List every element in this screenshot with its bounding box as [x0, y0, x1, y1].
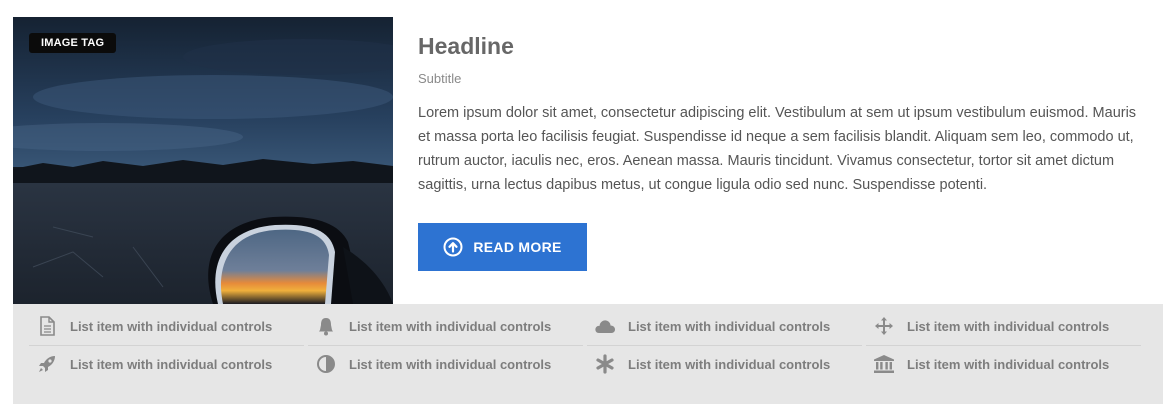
- list-item-label: List item with individual controls: [628, 318, 831, 334]
- read-more-button[interactable]: READ MORE: [418, 223, 587, 271]
- list-item[interactable]: List item with individual controls: [308, 346, 587, 382]
- arrow-up-circle-icon: [443, 237, 463, 257]
- list-item[interactable]: List item with individual controls: [866, 346, 1145, 382]
- night-road-photo: [13, 17, 393, 304]
- contrast-icon: [314, 352, 338, 376]
- asterisk-icon: [593, 352, 617, 376]
- bell-icon: [314, 314, 338, 338]
- body-text: Lorem ipsum dolor sit amet, consectetur …: [418, 105, 1137, 193]
- move-icon: [872, 314, 896, 338]
- rocket-icon: [35, 352, 59, 376]
- list-item[interactable]: List item with individual controls: [587, 346, 866, 382]
- controls-list-panel: List item with individual controls List …: [13, 304, 1163, 404]
- list-item-label: List item with individual controls: [907, 356, 1110, 372]
- list-item-label: List item with individual controls: [70, 356, 273, 372]
- document-icon: [35, 314, 59, 338]
- list-item-label: List item with individual controls: [349, 356, 552, 372]
- list-item[interactable]: List item with individual controls: [587, 308, 866, 344]
- list-item-label: List item with individual controls: [628, 356, 831, 372]
- list-item[interactable]: List item with individual controls: [866, 308, 1145, 344]
- article-card: IMAGE TAG Headline Subtitle Lorem ipsum …: [13, 17, 1163, 404]
- list-item[interactable]: List item with individual controls: [308, 308, 587, 344]
- list-item[interactable]: List item with individual controls: [29, 346, 308, 382]
- controls-list: List item with individual controls List …: [29, 304, 1145, 404]
- article-image: IMAGE TAG: [13, 17, 393, 304]
- list-item[interactable]: List item with individual controls: [29, 308, 308, 344]
- cloud-icon: [593, 314, 617, 338]
- read-more-label: READ MORE: [473, 239, 562, 255]
- image-tag: IMAGE TAG: [29, 33, 117, 53]
- bank-icon: [872, 352, 896, 376]
- headline: Headline: [418, 33, 514, 59]
- subtitle: Subtitle: [418, 71, 462, 86]
- list-item-label: List item with individual controls: [907, 318, 1110, 334]
- article-content: Headline Subtitle Lorem ipsum dolor sit …: [418, 17, 1148, 212]
- list-item-label: List item with individual controls: [349, 318, 552, 334]
- list-item-label: List item with individual controls: [70, 318, 273, 334]
